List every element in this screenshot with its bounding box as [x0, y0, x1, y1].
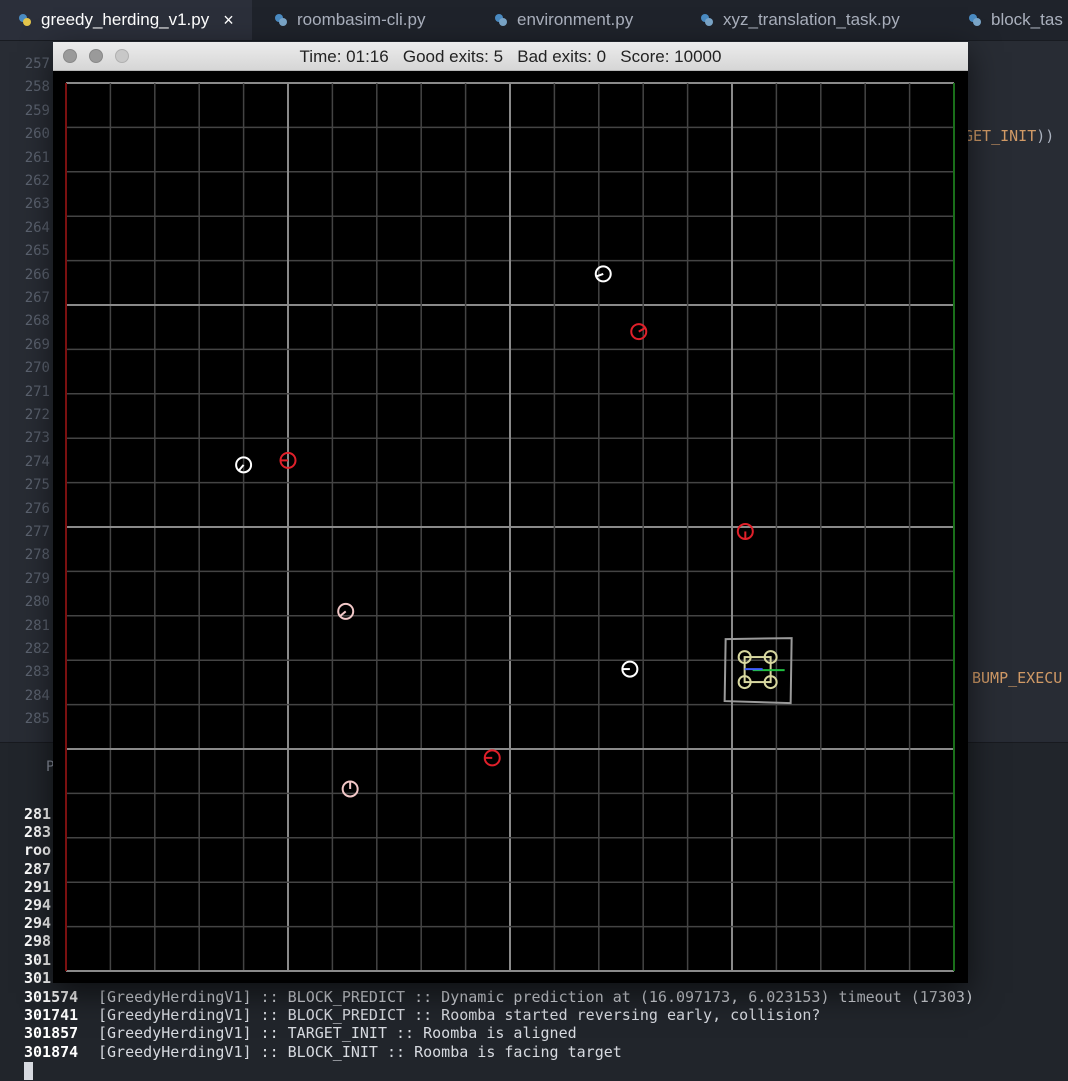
log-id-partial: 283 — [24, 823, 52, 842]
log-id-partial: 298 — [24, 932, 52, 951]
terminal-line: 301874 [GreedyHerdingV1] :: BLOCK_INIT ::… — [24, 1043, 622, 1061]
tab-bar: greedy_herding_v1.py × roombasim-cli.py … — [0, 0, 1068, 41]
roomba-heading — [595, 272, 604, 278]
terminal-line: 301857 [GreedyHerdingV1] :: TARGET_INIT :… — [24, 1024, 577, 1042]
sim-status: Time: 01:16 Good exits: 5 Bad exits: 0 S… — [53, 47, 968, 67]
log-id: 301741 — [24, 1006, 79, 1024]
line-number: 272 — [24, 407, 50, 423]
line-number: 271 — [24, 383, 50, 400]
line-number: 260 — [24, 126, 50, 143]
line-number: 278 — [24, 547, 50, 564]
python-file-icon — [701, 14, 713, 26]
line-number: 267 — [24, 290, 50, 306]
log-text: [GreedyHerdingV1] :: BLOCK_INIT :: Roomb… — [98, 1043, 622, 1061]
bad-exits-value: 0 — [596, 47, 607, 66]
log-text: [GreedyHerdingV1] :: TARGET_INIT :: Room… — [98, 1024, 577, 1042]
python-file-icon — [19, 14, 31, 26]
log-text: [GreedyHerdingV1] :: BLOCK_PREDICT :: Ro… — [98, 1006, 821, 1024]
terminal-cursor — [24, 1062, 33, 1080]
tab-label: xyz_translation_task.py — [723, 10, 900, 29]
simulation-window[interactable]: Time: 01:16 Good exits: 5 Bad exits: 0 S… — [53, 42, 968, 983]
line-number: 265 — [24, 243, 50, 260]
bad-exits-label: Bad exits: — [517, 47, 592, 66]
line-number: 277 — [24, 524, 50, 540]
python-file-icon — [495, 14, 507, 26]
log-id-partial: 281 — [24, 805, 52, 823]
line-number: 259 — [24, 102, 50, 119]
line-number: 269 — [24, 336, 50, 353]
good-exits-value: 5 — [493, 47, 504, 66]
line-number: 266 — [24, 266, 50, 283]
terminal-line: 301741 [GreedyHerdingV1] :: BLOCK_PREDICT… — [24, 1006, 820, 1024]
line-number: 263 — [24, 196, 50, 213]
tab-label: block_tas — [991, 10, 1063, 29]
line-number: 274 — [24, 453, 50, 470]
code-token: )) — [1036, 127, 1055, 145]
tab-label: roombasim-cli.py — [297, 10, 426, 29]
time-label: Time: — [299, 47, 342, 66]
log-id-partial: 294 — [24, 896, 52, 914]
log-id-partial: 301 — [24, 950, 52, 969]
code-token: BUMP_EXECU — [972, 669, 1063, 687]
line-number: 280 — [24, 594, 50, 611]
log-id: 301874 — [24, 1043, 79, 1061]
time-value: 01:16 — [346, 47, 389, 66]
log-id-partial: roo — [24, 841, 52, 860]
sim-titlebar[interactable]: Time: 01:16 Good exits: 5 Bad exits: 0 S… — [53, 42, 968, 71]
log-id-partial: 291 — [24, 877, 52, 896]
line-number: 273 — [24, 430, 50, 447]
tab-roombasim-cli[interactable]: roombasim-cli.py — [274, 0, 425, 40]
line-number: 276 — [24, 500, 50, 517]
log-id: 301857 — [24, 1024, 79, 1042]
arena-canvas[interactable] — [53, 71, 968, 983]
tab-xyz-translation-task[interactable]: xyz_translation_task.py — [700, 0, 900, 40]
line-number: 257 — [24, 56, 50, 72]
tab-label: greedy_herding_v1.py — [41, 10, 210, 29]
line-number: 262 — [24, 173, 50, 189]
tab-label: environment.py — [517, 10, 634, 29]
close-tab-icon[interactable]: × — [223, 10, 234, 31]
log-id: 301574 — [24, 988, 79, 1006]
line-number: 264 — [24, 219, 50, 236]
code-token: GET_INIT — [964, 127, 1037, 145]
line-number: 285 — [24, 711, 50, 728]
line-number: 283 — [24, 664, 50, 681]
line-number: 270 — [24, 360, 50, 377]
log-text: [GreedyHerdingV1] :: BLOCK_PREDICT :: Dy… — [98, 988, 974, 1006]
line-number: 275 — [24, 477, 50, 494]
roomba-heading — [638, 327, 646, 333]
line-number: 281 — [24, 617, 50, 634]
tab-greedy-herding[interactable]: greedy_herding_v1.py × — [0, 0, 252, 40]
line-number: 261 — [24, 149, 50, 166]
tab-block-task[interactable]: block_tas — [968, 0, 1063, 40]
log-id-partial: 294 — [24, 914, 52, 933]
code-fragment-line-283: BUMP_EXECU — [972, 669, 1062, 687]
python-file-icon — [275, 14, 287, 26]
line-number: 268 — [24, 313, 50, 330]
line-number: 258 — [24, 79, 50, 96]
line-number: 282 — [24, 641, 50, 657]
log-id-partial: 301 — [24, 968, 52, 987]
python-file-icon — [969, 14, 981, 26]
terminal-line: 301574 [GreedyHerdingV1] :: BLOCK_PREDICT… — [24, 988, 974, 1006]
log-id-partial: 287 — [24, 859, 52, 878]
score-value: 10000 — [674, 47, 722, 66]
score-label: Score: — [620, 47, 670, 66]
tab-environment[interactable]: environment.py — [494, 0, 633, 40]
roomba-white — [594, 265, 612, 283]
line-number: 284 — [24, 687, 50, 704]
line-number: 279 — [24, 570, 50, 587]
code-fragment-line-260: GET_INIT)) — [964, 127, 1054, 145]
good-exits-label: Good exits: — [402, 47, 489, 66]
